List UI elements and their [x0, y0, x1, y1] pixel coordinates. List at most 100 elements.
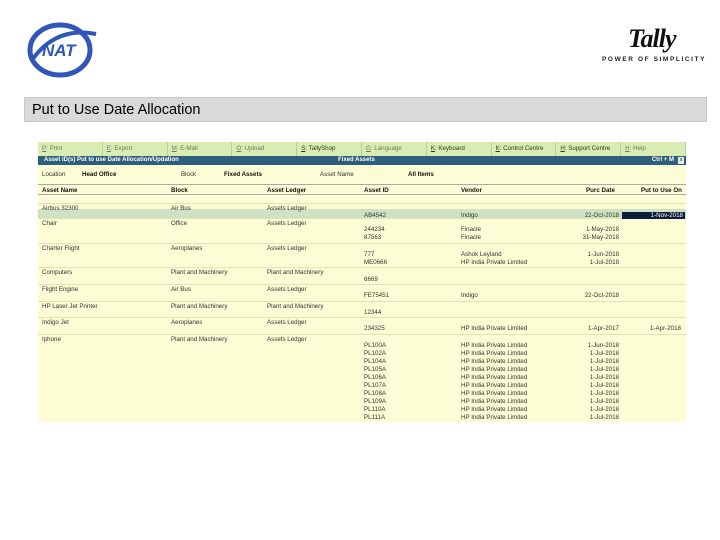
menu-item[interactable]: E: Export [103, 142, 168, 156]
vendor-name: Ashok Leyland [461, 251, 502, 258]
col-block: Block [171, 187, 188, 194]
asset-ledger: Plant and Machinery [267, 303, 324, 310]
menu-item[interactable]: H: Help [621, 142, 686, 156]
col-asset-ledger: Asset Ledger [267, 187, 307, 194]
asset-ledger: Assets Ledger [267, 319, 307, 326]
block-label: Block [181, 171, 197, 178]
put-to-use-date[interactable] [622, 234, 681, 241]
put-to-use-date[interactable] [622, 259, 681, 266]
menu-item[interactable]: K: Keyboard [427, 142, 492, 156]
asset-id: PL100A [364, 342, 387, 349]
vendor-name: HP India Private Limited [461, 366, 528, 373]
vendor-name: Finacle [461, 234, 481, 241]
asset-block: Air Bus [171, 286, 191, 293]
window-title-bar: Asset ID(s) Put to use Date Allocation/U… [38, 156, 686, 165]
put-to-use-date[interactable]: 1-Nov-2018 [622, 212, 685, 219]
asset-id: PL109A [364, 398, 387, 405]
menu-label: : Support Centre [564, 145, 611, 152]
put-to-use-date[interactable] [622, 276, 681, 283]
menu-item[interactable]: K: Control Centre [492, 142, 557, 156]
put-to-use-date[interactable] [622, 358, 681, 365]
purchase-date: 1-Jun-2018 [587, 251, 619, 258]
asset-block: Air Bus [171, 205, 191, 212]
col-asset-name: Asset Name [42, 187, 78, 194]
menu-item[interactable]: H: Support Centre [556, 142, 622, 156]
purchase-date: 1-Jul-2018 [589, 398, 619, 405]
purchase-date: 1-Jul-2018 [589, 374, 619, 381]
menu-item[interactable]: M: E-Mail [168, 142, 233, 156]
put-to-use-date[interactable] [622, 226, 681, 233]
menu-item[interactable]: O: Upload [232, 142, 298, 156]
asset-name: Flight Engine [42, 286, 79, 293]
slide-title-bar: Put to Use Date Allocation [24, 97, 707, 122]
menu-label: : Language [370, 145, 402, 152]
asset-id: PL111A [364, 414, 386, 421]
group-divider [38, 334, 686, 335]
put-to-use-date[interactable] [622, 350, 681, 357]
menu-label: : Help [629, 145, 646, 152]
asset-id: 777 [364, 251, 375, 258]
menu-item[interactable]: S: TallyShop [297, 142, 362, 156]
asset-block: Plant and Machinery [171, 336, 228, 343]
nat-logo-text: NAT [42, 41, 77, 60]
vendor-name: Finacle [461, 226, 481, 233]
purchase-date: 22-Oct-2018 [584, 212, 619, 219]
asset-name: HP Laser Jet Printer [42, 303, 98, 310]
group-divider [38, 284, 686, 285]
purchase-date: 1-Jul-2018 [589, 390, 619, 397]
tally-screen: P: Print E: Export M: E-Mail O: Upload S: Ta… [38, 142, 686, 422]
asset-id: PL108A [364, 390, 387, 397]
asset-id: PL104A [364, 358, 387, 365]
put-to-use-date[interactable] [622, 374, 681, 381]
group-divider [38, 267, 686, 268]
purchase-date: 1-Apr-2017 [588, 325, 619, 332]
put-to-use-date[interactable] [622, 390, 681, 397]
menu-item[interactable]: P: Print [38, 142, 103, 156]
group-divider [38, 243, 686, 244]
put-to-use-date[interactable] [622, 382, 681, 389]
put-to-use-date[interactable] [622, 406, 681, 413]
purchase-date [558, 309, 619, 316]
put-to-use-date[interactable] [622, 414, 681, 421]
asset-name: Chair [42, 220, 57, 227]
vendor-name: HP India Private Limited [461, 350, 528, 357]
asset-block: Plant and Machinery [171, 269, 228, 276]
put-to-use-date[interactable] [622, 292, 681, 299]
put-to-use-date[interactable] [622, 342, 681, 349]
purchase-date [558, 276, 619, 283]
location-value[interactable]: Head Office [82, 168, 116, 182]
put-to-use-date[interactable]: 1-Apr-2018 [622, 325, 681, 332]
tally-tagline: POWER OF SIMPLICITY [602, 56, 707, 63]
vendor-name: HP India Private Limited [461, 259, 528, 266]
asset-name: Indigo Jet [42, 319, 69, 326]
asset-ledger: Assets Ledger [267, 286, 307, 293]
close-icon[interactable]: x [678, 157, 684, 164]
put-to-use-date[interactable] [622, 398, 681, 405]
slide-title: Put to Use Date Allocation [32, 102, 201, 118]
asset-id: 12344 [364, 309, 382, 316]
filter-row: Location Head Office Block Fixed Assets … [38, 168, 686, 182]
asset-id: FE75451 [364, 292, 390, 299]
asset-id: PL105A [364, 366, 387, 373]
put-to-use-date[interactable] [622, 251, 681, 258]
asset-ledger: Assets Ledger [267, 205, 307, 212]
asset-name-value[interactable]: All Items [408, 168, 434, 182]
group-divider [38, 203, 686, 204]
tally-logo-text: Tally [628, 24, 676, 53]
block-value[interactable]: Fixed Assets [224, 168, 262, 182]
put-to-use-date[interactable] [622, 309, 681, 316]
asset-name: Iphone [42, 336, 61, 343]
vendor-name: HP India Private Limited [461, 414, 528, 421]
menu-item[interactable]: G: Language [362, 142, 427, 156]
asset-id: 6669 [364, 276, 378, 283]
col-purc-date: Purc Date [586, 187, 615, 194]
purchase-date: 1-Jun-2018 [587, 342, 619, 349]
purchase-date: 1-Jul-2018 [589, 358, 619, 365]
top-menu-bar: P: Print E: Export M: E-Mail O: Upload S: Ta… [38, 142, 686, 156]
asset-id: 234325 [364, 325, 385, 332]
asset-name: Computers [42, 269, 73, 276]
purchase-date: 22-Oct-2018 [584, 292, 619, 299]
asset-name-label: Asset Name [320, 171, 354, 178]
put-to-use-date[interactable] [622, 366, 681, 373]
menu-label: : TallyShop [305, 145, 336, 152]
